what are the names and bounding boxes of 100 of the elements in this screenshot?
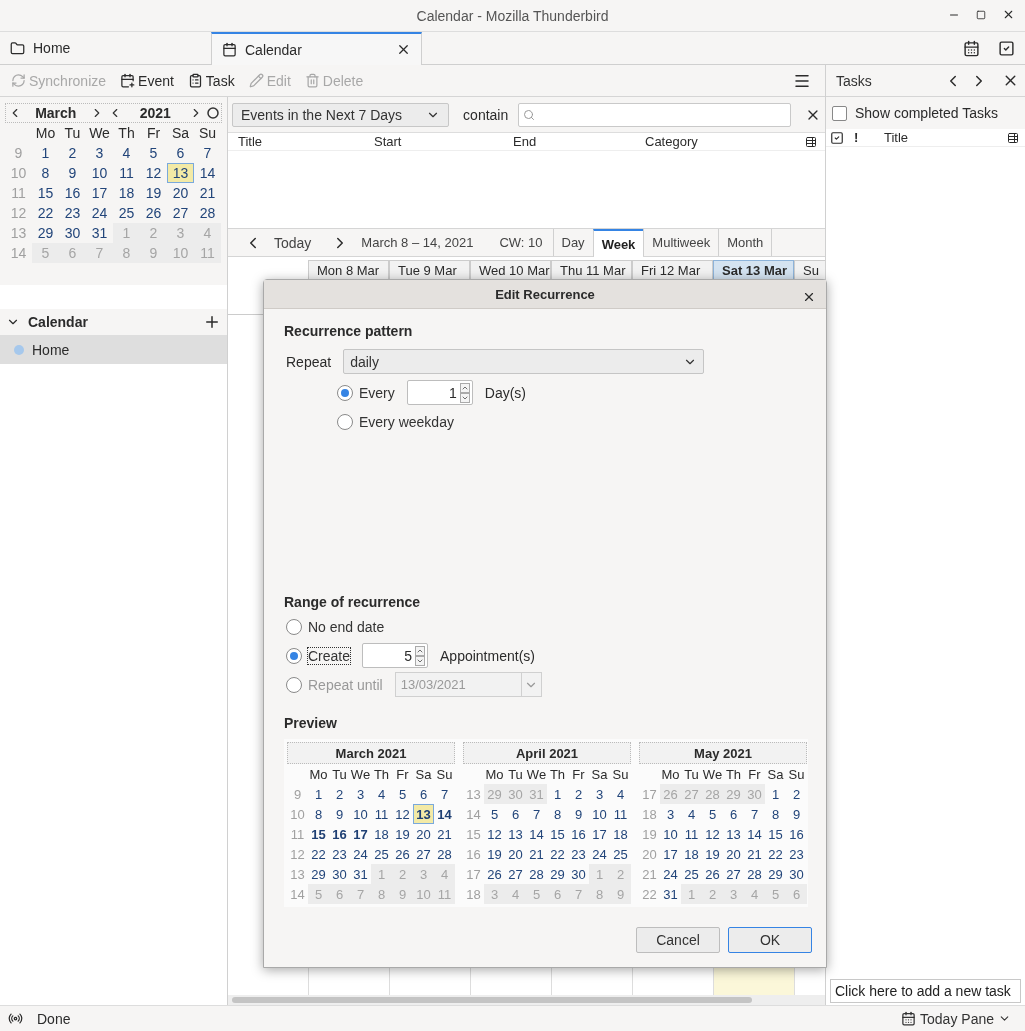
day-header[interactable]: Tue 9 Mar bbox=[389, 260, 470, 280]
maximize-icon[interactable] bbox=[976, 9, 986, 20]
day-cell[interactable]: 17 bbox=[589, 824, 610, 844]
day-cell[interactable]: 23 bbox=[786, 844, 807, 864]
day-cell[interactable]: 4 bbox=[113, 143, 140, 163]
radio-button[interactable] bbox=[337, 384, 353, 401]
radio-button[interactable] bbox=[286, 618, 302, 635]
day-cell[interactable]: 9 bbox=[59, 163, 86, 183]
day-cell[interactable]: 16 bbox=[329, 824, 350, 844]
day-cell[interactable]: 10 bbox=[350, 804, 371, 824]
day-cell[interactable]: 20 bbox=[723, 844, 744, 864]
column-picker-icon[interactable] bbox=[805, 135, 817, 148]
day-cell[interactable]: 25 bbox=[371, 844, 392, 864]
day-header[interactable]: Fri 12 Mar bbox=[632, 260, 713, 280]
day-cell[interactable]: 7 bbox=[434, 784, 455, 804]
day-cell[interactable]: 2 bbox=[59, 143, 86, 163]
number-field[interactable]: 5 bbox=[362, 643, 429, 668]
day-cell[interactable]: 24 bbox=[86, 203, 113, 223]
day-cell[interactable]: 4 bbox=[681, 804, 702, 824]
day-cell[interactable]: 3 bbox=[589, 784, 610, 804]
day-cell[interactable]: 1 bbox=[32, 143, 59, 163]
day-cell[interactable]: 8 bbox=[32, 163, 59, 183]
day-cell[interactable]: 13 bbox=[167, 163, 194, 183]
day-cell[interactable]: 7 bbox=[194, 143, 221, 163]
day-cell[interactable]: 31 bbox=[660, 884, 681, 904]
day-cell[interactable]: 12 bbox=[392, 804, 413, 824]
day-cell[interactable]: 19 bbox=[484, 844, 505, 864]
toolbar-button[interactable]: Task bbox=[182, 70, 240, 91]
column-picker-icon[interactable] bbox=[1007, 131, 1019, 144]
view-tab[interactable]: Multiweek bbox=[643, 229, 719, 256]
radio-button[interactable] bbox=[337, 413, 353, 430]
day-cell[interactable]: 27 bbox=[723, 864, 744, 884]
day-cell[interactable]: 27 bbox=[167, 203, 194, 223]
day-cell[interactable]: 3 bbox=[350, 784, 371, 804]
day-cell[interactable]: 18 bbox=[113, 183, 140, 203]
day-cell[interactable]: 11 bbox=[610, 804, 631, 824]
circle-icon[interactable] bbox=[207, 107, 219, 119]
day-cell[interactable]: 14 bbox=[526, 824, 547, 844]
day-cell[interactable]: 19 bbox=[140, 183, 167, 203]
day-cell[interactable]: 28 bbox=[194, 203, 221, 223]
day-cell[interactable]: 10 bbox=[660, 824, 681, 844]
day-cell[interactable]: 5 bbox=[702, 804, 723, 824]
day-cell[interactable]: 24 bbox=[660, 864, 681, 884]
view-tab[interactable]: Week bbox=[592, 229, 644, 257]
day-cell[interactable]: 7 bbox=[744, 804, 765, 824]
day-cell[interactable]: 28 bbox=[434, 844, 455, 864]
scrollbar-thumb[interactable] bbox=[232, 997, 752, 1003]
day-cell[interactable]: 2 bbox=[568, 784, 589, 804]
day-cell[interactable]: 5 bbox=[392, 784, 413, 804]
day-cell[interactable]: 18 bbox=[681, 844, 702, 864]
day-cell[interactable]: 14 bbox=[194, 163, 221, 183]
today-button[interactable]: Today bbox=[274, 234, 312, 251]
day-cell[interactable]: 14 bbox=[434, 804, 455, 824]
close-icon[interactable] bbox=[802, 290, 816, 304]
calendar-item[interactable]: Home bbox=[0, 335, 227, 364]
day-cell[interactable]: 24 bbox=[589, 844, 610, 864]
day-cell[interactable]: 22 bbox=[765, 844, 786, 864]
day-cell[interactable]: 12 bbox=[140, 163, 167, 183]
day-cell[interactable]: 18 bbox=[610, 824, 631, 844]
day-cell[interactable]: 21 bbox=[194, 183, 221, 203]
day-cell[interactable]: 19 bbox=[702, 844, 723, 864]
day-cell[interactable]: 24 bbox=[350, 844, 371, 864]
day-header[interactable]: Su bbox=[794, 260, 825, 280]
day-cell[interactable]: 10 bbox=[86, 163, 113, 183]
day-cell[interactable]: 16 bbox=[59, 183, 86, 203]
day-cell[interactable]: 1 bbox=[765, 784, 786, 804]
column-header[interactable]: Category bbox=[645, 134, 805, 149]
day-cell[interactable]: 10 bbox=[589, 804, 610, 824]
day-cell[interactable]: 1 bbox=[547, 784, 568, 804]
day-cell[interactable]: 16 bbox=[786, 824, 807, 844]
day-cell[interactable]: 19 bbox=[392, 824, 413, 844]
day-cell[interactable]: 4 bbox=[371, 784, 392, 804]
day-cell[interactable]: 11 bbox=[113, 163, 140, 183]
number-field[interactable]: 1 bbox=[406, 380, 473, 405]
day-cell[interactable]: 22 bbox=[547, 844, 568, 864]
day-cell[interactable]: 26 bbox=[392, 844, 413, 864]
add-icon[interactable] bbox=[203, 313, 221, 331]
day-cell[interactable]: 4 bbox=[610, 784, 631, 804]
day-cell[interactable]: 28 bbox=[526, 864, 547, 884]
day-cell[interactable]: 25 bbox=[113, 203, 140, 223]
column-header[interactable]: Title bbox=[238, 134, 374, 149]
day-cell[interactable]: 23 bbox=[568, 844, 589, 864]
day-cell[interactable]: 8 bbox=[547, 804, 568, 824]
day-cell[interactable]: 8 bbox=[765, 804, 786, 824]
day-cell[interactable]: 14 bbox=[744, 824, 765, 844]
close-icon[interactable] bbox=[1002, 8, 1015, 21]
day-header[interactable]: Sat 13 Mar bbox=[713, 260, 794, 280]
day-cell[interactable]: 6 bbox=[413, 784, 434, 804]
day-cell[interactable]: 22 bbox=[32, 203, 59, 223]
day-cell[interactable]: 17 bbox=[86, 183, 113, 203]
day-cell[interactable]: 20 bbox=[167, 183, 194, 203]
day-cell[interactable]: 9 bbox=[568, 804, 589, 824]
day-cell[interactable]: 29 bbox=[765, 864, 786, 884]
day-cell[interactable]: 17 bbox=[350, 824, 371, 844]
search-field[interactable] bbox=[518, 102, 792, 127]
day-cell[interactable]: 1 bbox=[308, 784, 329, 804]
today-pane-button[interactable]: Today Pane bbox=[895, 1009, 1017, 1028]
day-cell[interactable]: 25 bbox=[681, 864, 702, 884]
day-cell[interactable]: 15 bbox=[32, 183, 59, 203]
day-cell[interactable]: 26 bbox=[484, 864, 505, 884]
